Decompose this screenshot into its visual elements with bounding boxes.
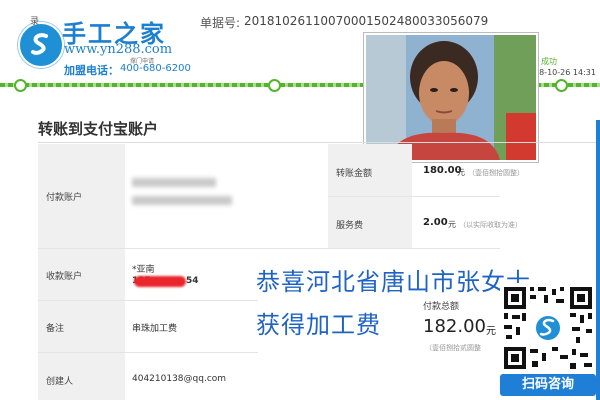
creator-email: 404210138@qq.com xyxy=(132,374,227,384)
phone-label: 加盟电话： xyxy=(64,64,119,77)
side-accent xyxy=(596,120,600,400)
total-amount: 182.00 xyxy=(423,316,486,337)
divider xyxy=(38,352,258,353)
total-note: （壹佰捌拾贰圆整 xyxy=(425,344,481,352)
amount-note: （壹佰捌拾圆整） xyxy=(468,169,524,177)
logo-icon xyxy=(18,22,64,68)
fee-label: 服务费 xyxy=(336,221,364,231)
qr-code[interactable] xyxy=(500,283,596,373)
fee-unit: 元 xyxy=(448,220,456,229)
divider xyxy=(38,300,258,301)
divider xyxy=(328,248,500,249)
remark-value: 串珠加工费 xyxy=(132,324,178,334)
payer-account-blurred xyxy=(132,178,216,187)
redaction-mark xyxy=(134,276,186,287)
progress-status: 成功 xyxy=(541,57,557,66)
creator-label: 创建人 xyxy=(46,377,74,387)
payee-account-tail: 54 xyxy=(186,276,199,286)
divider xyxy=(38,248,328,249)
progress-step-dot xyxy=(555,79,568,92)
brand-url[interactable]: www.yn288.com xyxy=(64,42,172,57)
total-label: 付款总额 xyxy=(423,302,460,312)
progress-step-dot xyxy=(14,79,27,92)
amount-unit: 元 xyxy=(457,168,465,177)
payer-name-blurred xyxy=(132,196,232,205)
page-title: 转账到支付宝账户 xyxy=(38,120,159,138)
divider xyxy=(328,196,500,197)
fee-value: 2.00 xyxy=(423,217,448,228)
amount-label: 转账金额 xyxy=(336,169,373,179)
remark-label: 备注 xyxy=(46,324,65,334)
payee-name: *亚南 xyxy=(132,265,155,275)
receipt-number: 20181026110070001502480033056079 xyxy=(244,14,489,28)
receipt-label: 单据号: xyxy=(200,16,241,30)
progress-step-dot xyxy=(268,79,281,92)
total-unit: 元 xyxy=(486,326,496,337)
congrats-caption: 恭喜河北省唐山市张女士 xyxy=(256,268,531,296)
scan-consult-button[interactable]: 扫码咨询 xyxy=(500,374,596,396)
divider xyxy=(38,142,600,143)
amount-value: 180.00 xyxy=(423,165,462,176)
phone-number: 400-680-6200 xyxy=(120,63,191,74)
payee-label: 收款账户 xyxy=(46,272,83,282)
header-link-text[interactable]: 录 xyxy=(30,14,39,27)
progress-time: 18-10-26 14:31 xyxy=(534,68,596,77)
congrats-caption-line2: 获得加工费 xyxy=(256,311,381,339)
payer-label: 付款账户 xyxy=(46,193,83,203)
fee-note: （以实际收取为准） xyxy=(459,221,522,229)
